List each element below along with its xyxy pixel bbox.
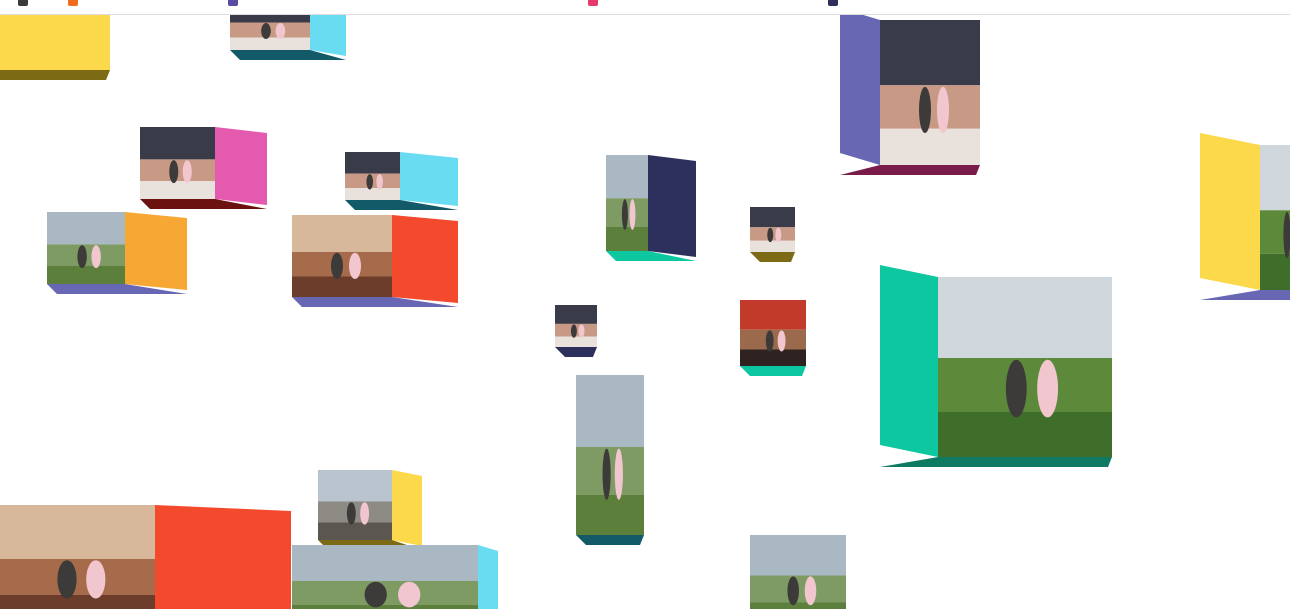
- cube-drawing: [880, 265, 1112, 467]
- cube-drawing: [555, 305, 597, 357]
- photo-person: [366, 174, 374, 190]
- cube-bottom-face: [1200, 290, 1290, 300]
- photo-selfie: [230, 15, 310, 50]
- cube-bottom-face: [880, 457, 1112, 467]
- cube-drawing: [230, 15, 346, 60]
- photo-selfie: [555, 305, 597, 347]
- dark-app-icon[interactable]: [828, 0, 838, 6]
- photo-person: [331, 252, 343, 279]
- photo-person: [775, 227, 782, 243]
- cube-side-face: [880, 265, 938, 457]
- photo-mountain: [606, 155, 648, 251]
- cube-bottom-face: [750, 252, 795, 262]
- cube-side-face: [125, 212, 187, 290]
- cube-drawing: [840, 15, 980, 175]
- photo-person: [376, 174, 383, 190]
- photo-mountain: [47, 212, 125, 284]
- photo-person: [398, 581, 421, 608]
- photo-person: [346, 502, 356, 525]
- photo-person: [629, 199, 636, 230]
- photo-person: [578, 324, 585, 338]
- photo-selfie: [345, 152, 400, 200]
- cube-bottom-face: [840, 165, 980, 175]
- cube-drawing: [292, 215, 458, 307]
- photo-person: [1005, 359, 1027, 418]
- cube-drawing: [292, 545, 498, 609]
- photo-person: [765, 330, 774, 352]
- orange-app-icon[interactable]: [68, 0, 78, 6]
- photo-mountain: [292, 545, 478, 609]
- cube-side-face: [648, 155, 696, 257]
- cube-drawing: [750, 535, 846, 609]
- photo-tea_field: [938, 277, 1112, 457]
- browser-top-bar: [0, 0, 1290, 15]
- cube-drawing: [1200, 133, 1290, 300]
- cube-bottom-face: [740, 366, 806, 376]
- photo-person: [349, 252, 361, 279]
- cube-drawing: [0, 15, 110, 80]
- photo-indoor: [292, 215, 392, 297]
- photo-selfie: [880, 20, 980, 165]
- cube-drawing: [606, 155, 696, 261]
- photo-person: [602, 448, 611, 500]
- photo-mountain: [576, 375, 644, 535]
- cube-drawing: [345, 152, 458, 210]
- cube-side-face: [392, 215, 458, 303]
- photo-person: [777, 330, 786, 352]
- cube-bottom-face: [576, 535, 644, 545]
- photo-street: [318, 470, 392, 540]
- photo-person: [86, 560, 106, 599]
- cube-side-face: [155, 505, 291, 609]
- cube-side-face: [392, 470, 422, 546]
- photo-person: [919, 86, 931, 134]
- photo-person: [767, 227, 774, 243]
- cube-bottom-face: [0, 70, 110, 80]
- photo-person: [804, 576, 817, 606]
- cube-side-face: [840, 15, 880, 165]
- cube-side-face: [400, 152, 458, 206]
- photo-gallery: [740, 300, 806, 366]
- photo-person: [77, 245, 87, 269]
- app-icon[interactable]: [18, 0, 28, 6]
- cube-drawing: [750, 207, 795, 262]
- cube-drawing: [47, 212, 187, 294]
- photo-person: [261, 23, 271, 39]
- photo-person: [182, 160, 192, 184]
- photo-person: [614, 448, 623, 500]
- cube-front-face: [0, 15, 110, 70]
- photo-person: [360, 502, 370, 525]
- cube-drawing: [318, 470, 422, 550]
- cube-side-face: [1200, 133, 1260, 290]
- photo-person: [570, 324, 577, 338]
- cube-side-face: [310, 15, 346, 56]
- photo-indoor: [0, 505, 155, 609]
- photo-person: [621, 199, 628, 230]
- photo-person: [364, 581, 387, 608]
- cube-drawing: [576, 375, 644, 545]
- cube-drawing: [140, 127, 267, 209]
- photo-person: [169, 160, 179, 184]
- photo-mountain: [750, 535, 846, 609]
- cube-drawing: [740, 300, 806, 376]
- photo-person: [57, 560, 77, 599]
- cube-bottom-face: [555, 347, 597, 357]
- photo-tea_field: [1260, 145, 1290, 290]
- pink-app-icon[interactable]: [588, 0, 598, 6]
- photo-selfie: [140, 127, 215, 199]
- cube-drawing: [0, 505, 291, 609]
- purple-app-icon[interactable]: [228, 0, 238, 6]
- photo-person: [91, 245, 101, 269]
- photo-selfie: [750, 207, 795, 252]
- cube-side-face: [215, 127, 267, 205]
- photo-person: [787, 576, 799, 606]
- photo-person: [275, 23, 286, 39]
- photo-person: [1037, 359, 1059, 418]
- photo-cube-gallery[interactable]: [0, 15, 1290, 609]
- cube-side-face: [478, 545, 498, 609]
- photo-person: [937, 86, 949, 134]
